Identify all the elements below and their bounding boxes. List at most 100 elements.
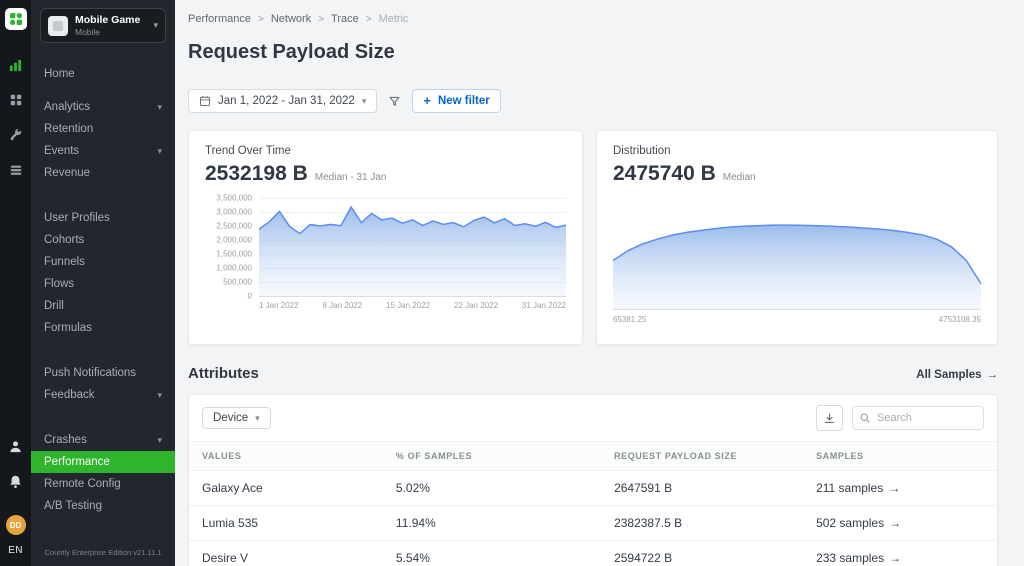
y-axis-tick: 2,000,000 <box>216 236 252 245</box>
search-icon <box>859 412 871 424</box>
breadcrumb-separator: > <box>318 14 324 25</box>
sidebar-item-label: Funnels <box>44 256 85 268</box>
breadcrumb-performance[interactable]: Performance <box>188 13 251 25</box>
x-axis-tick: 1 Jan 2022 <box>259 301 299 310</box>
y-axis-tick: 2,500,000 <box>216 222 252 231</box>
chevron-down-icon: ▾ <box>157 435 162 446</box>
cell-size: 2647591 B <box>601 471 803 506</box>
sidebar-item-home[interactable]: Home <box>31 63 175 85</box>
chevron-down-icon: ▾ <box>153 20 158 31</box>
table-toolbar: Device ▾ <box>189 405 997 441</box>
sidebar-item-feedback[interactable]: Feedback▾ <box>31 384 175 406</box>
user-profile-icon[interactable] <box>5 435 27 457</box>
distribution-card: Distribution 2475740 B Median 65381.2547… <box>596 130 998 345</box>
table-header-row: VALUES % OF SAMPLES REQUEST PAYLOAD SIZE… <box>189 442 997 471</box>
cell-size: 2382387.5 B <box>601 506 803 541</box>
nav-group: Crashes▾ Performance Remote Config A/B T… <box>31 429 175 517</box>
trend-chart-area: 3,500,0003,000,0002,500,0002,000,0001,50… <box>205 198 566 296</box>
column-header-payload-size[interactable]: REQUEST PAYLOAD SIZE <box>601 442 803 471</box>
sidebar-item-revenue[interactable]: Revenue <box>31 162 175 184</box>
nav-group: User Profiles Cohorts Funnels Flows Dril… <box>31 207 175 339</box>
samples-link[interactable]: 211 samples→ <box>816 481 984 495</box>
countly-app: DD EN Mobile Game Mobile ▾ Home Analytic… <box>0 0 1024 566</box>
analytics-bars-icon[interactable] <box>5 54 27 76</box>
user-avatar[interactable]: DD <box>6 515 26 535</box>
countly-logo[interactable] <box>5 8 27 30</box>
app-selector-text: Mobile Game Mobile <box>75 14 146 37</box>
sidebar-item-user-profiles[interactable]: User Profiles <box>31 207 175 229</box>
trend-value-row: 2532198 B Median - 31 Jan <box>205 162 566 186</box>
samples-label: 233 samples <box>816 551 884 565</box>
column-header-values[interactable]: VALUES <box>189 442 383 471</box>
management-wrench-icon[interactable] <box>5 124 27 146</box>
cell-pct: 11.94% <box>383 506 601 541</box>
attribute-selector-dropdown[interactable]: Device ▾ <box>202 407 271 429</box>
cell-value: Desire V <box>189 541 383 566</box>
sidebar-item-funnels[interactable]: Funnels <box>31 251 175 273</box>
attributes-header: Attributes All Samples → <box>188 365 998 382</box>
sidebar-item-analytics[interactable]: Analytics▾ <box>31 96 175 118</box>
sidebar: Mobile Game Mobile ▾ Home Analytics▾ Ret… <box>31 0 175 566</box>
column-header-samples[interactable]: SAMPLES <box>803 442 997 471</box>
chevron-down-icon: ▾ <box>157 102 162 113</box>
y-axis-tick: 3,000,000 <box>216 208 252 217</box>
samples-link[interactable]: 502 samples→ <box>816 516 984 530</box>
breadcrumb: Performance > Network > Trace > Metric <box>188 13 998 25</box>
new-filter-button[interactable]: + New filter <box>412 89 500 113</box>
x-axis-tick: 22 Jan 2022 <box>454 301 498 310</box>
attributes-table: VALUES % OF SAMPLES REQUEST PAYLOAD SIZE… <box>189 441 997 566</box>
chevron-down-icon: ▾ <box>157 390 162 401</box>
report-manager-list-icon[interactable] <box>5 159 27 181</box>
sidebar-item-remote-config[interactable]: Remote Config <box>31 473 175 495</box>
all-samples-link[interactable]: All Samples → <box>916 369 998 381</box>
sidebar-item-formulas[interactable]: Formulas <box>31 317 175 339</box>
breadcrumb-network[interactable]: Network <box>271 13 311 25</box>
app-selector[interactable]: Mobile Game Mobile ▾ <box>40 8 166 43</box>
column-header-pct-samples[interactable]: % OF SAMPLES <box>383 442 601 471</box>
sidebar-item-drill[interactable]: Drill <box>31 295 175 317</box>
trend-chart-plot <box>259 198 566 296</box>
cell-value: Lumia 535 <box>189 506 383 541</box>
y-axis-tick: 500,000 <box>223 278 252 287</box>
sidebar-item-crashes[interactable]: Crashes▾ <box>31 429 175 451</box>
sidebar-item-retention[interactable]: Retention <box>31 118 175 140</box>
download-icon <box>823 412 836 425</box>
sidebar-item-flows[interactable]: Flows <box>31 273 175 295</box>
app-name: Mobile Game <box>75 14 146 26</box>
language-selector[interactable]: EN <box>8 545 23 556</box>
trend-median-label: Median - 31 Jan <box>315 172 387 183</box>
sidebar-item-label: Events <box>44 145 79 157</box>
sidebar-item-push-notifications[interactable]: Push Notifications <box>31 362 175 384</box>
cell-pct: 5.54% <box>383 541 601 566</box>
main-content: Performance > Network > Trace > Metric R… <box>175 0 1024 566</box>
x-axis-tick: 65381.25 <box>613 315 646 324</box>
breadcrumb-trace[interactable]: Trace <box>331 13 359 25</box>
x-axis-tick: 8 Jan 2022 <box>323 301 363 310</box>
filter-funnel-icon[interactable] <box>388 95 401 108</box>
search-input[interactable] <box>852 406 984 430</box>
sidebar-item-events[interactable]: Events▾ <box>31 140 175 162</box>
sidebar-item-cohorts[interactable]: Cohorts <box>31 229 175 251</box>
date-range-value: Jan 1, 2022 - Jan 31, 2022 <box>218 95 355 107</box>
export-download-button[interactable] <box>816 405 843 431</box>
arrow-right-icon: → <box>889 551 901 565</box>
sidebar-item-ab-testing[interactable]: A/B Testing <box>31 495 175 517</box>
rail-bottom: DD EN <box>5 435 27 556</box>
samples-link[interactable]: 233 samples → <box>816 551 984 565</box>
arrow-right-icon: → <box>889 516 901 530</box>
sidebar-item-label: Cohorts <box>44 234 84 246</box>
all-samples-label: All Samples <box>916 369 981 381</box>
attribute-selector-value: Device <box>213 412 248 424</box>
app-type: Mobile <box>75 27 146 37</box>
plugins-grid-icon[interactable] <box>5 89 27 111</box>
notifications-bell-icon[interactable] <box>5 470 27 492</box>
sidebar-item-performance[interactable]: Performance <box>31 451 175 473</box>
toolbar-right <box>816 405 984 431</box>
edition-footer: Countly Enterprise Edition v21.11.1 <box>31 540 175 566</box>
distribution-x-axis: 65381.254753108.35 <box>613 315 981 324</box>
date-range-picker[interactable]: Jan 1, 2022 - Jan 31, 2022 ▾ <box>188 89 377 113</box>
y-axis-tick: 1,500,000 <box>216 250 252 259</box>
trend-y-axis: 3,500,0003,000,0002,500,0002,000,0001,50… <box>205 198 259 296</box>
trend-over-time-chart-svg <box>259 198 566 296</box>
sidebar-item-label: Performance <box>44 456 110 468</box>
